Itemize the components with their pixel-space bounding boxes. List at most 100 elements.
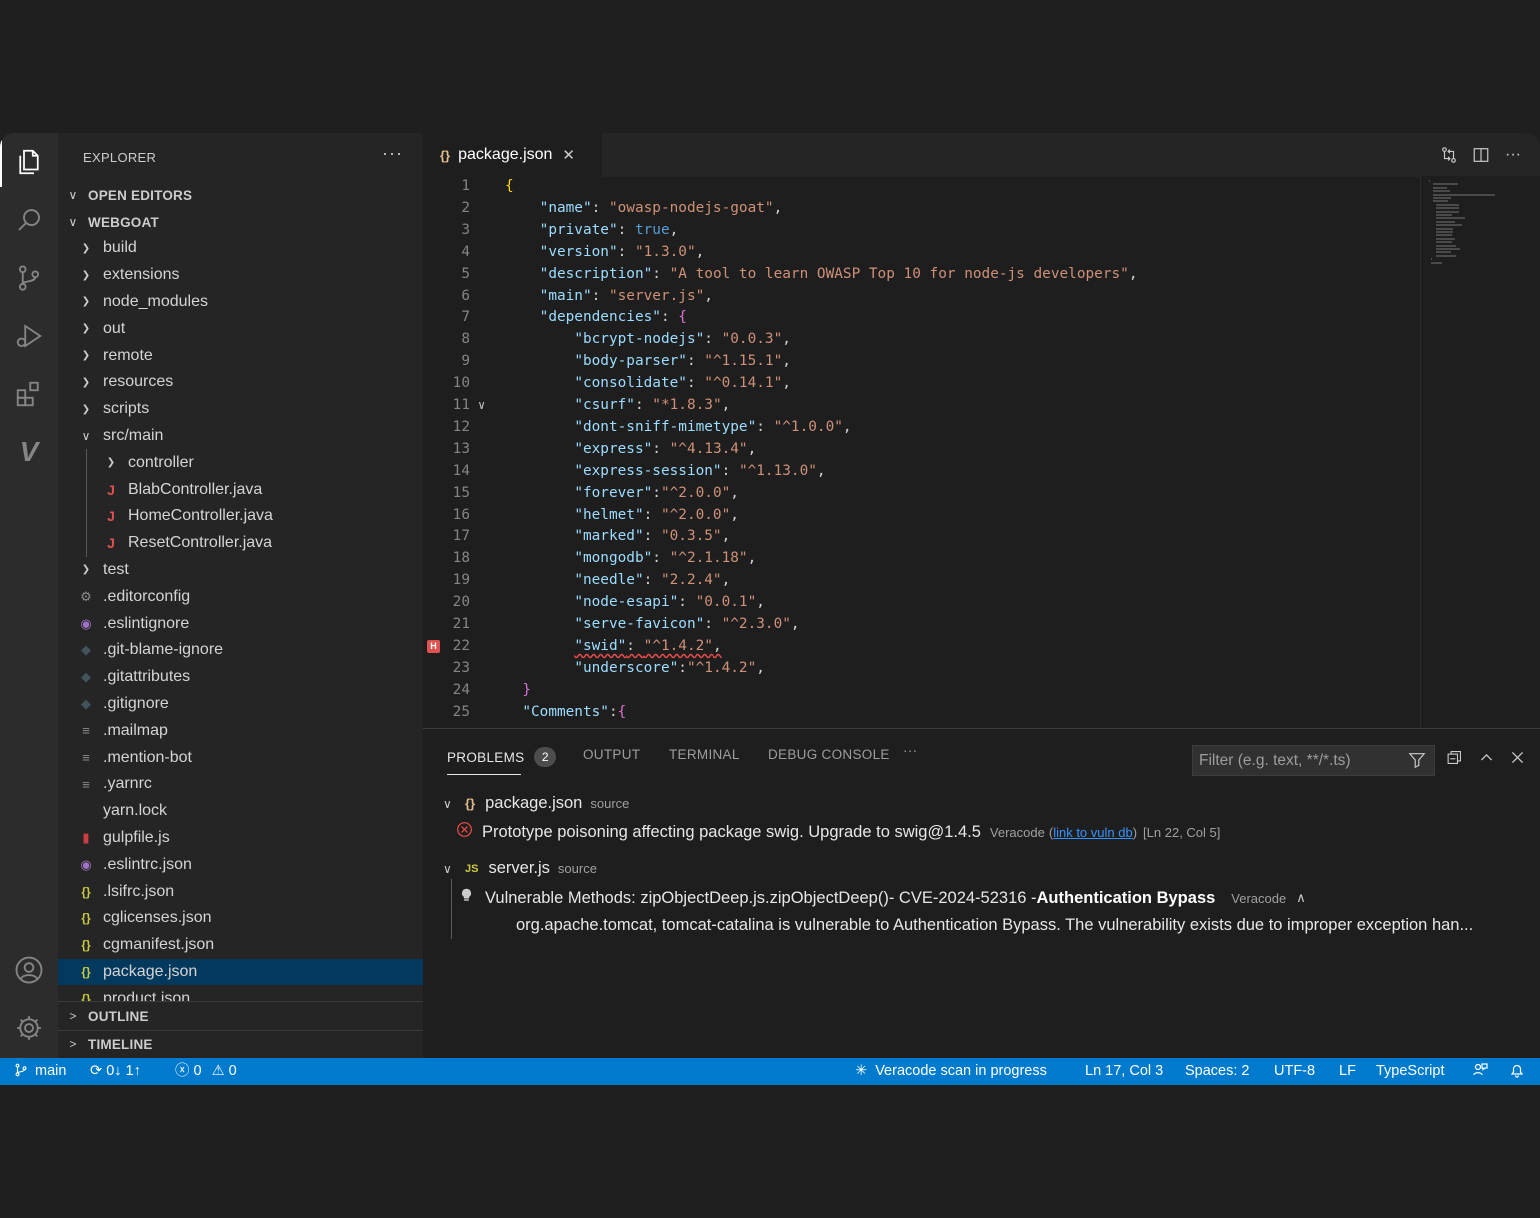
problem-group-package-json[interactable]: ∨ {} package.json source bbox=[443, 794, 629, 813]
tree-file[interactable]: ◉ .eslintignore bbox=[58, 610, 423, 637]
sync-status[interactable]: ⟳ 0↓ 1↑ bbox=[90, 1058, 141, 1085]
code-line[interactable]: 17 "marked": "0.3.5", bbox=[423, 526, 1423, 548]
tree-file[interactable]: {} product.json bbox=[58, 985, 423, 1001]
search-icon[interactable] bbox=[0, 191, 58, 249]
code-line[interactable]: 19 "needle": "2.2.4", bbox=[423, 570, 1423, 592]
panel-more-button[interactable]: ··· bbox=[903, 743, 917, 758]
code-line[interactable]: 6 "main": "server.js", bbox=[423, 286, 1423, 308]
tab-package-json[interactable]: {} package.json ✕ bbox=[423, 133, 602, 177]
tree-folder[interactable]: ∨ src/main bbox=[58, 423, 423, 450]
run-debug-icon[interactable] bbox=[0, 307, 58, 365]
filter-icon[interactable] bbox=[1408, 746, 1426, 779]
cursor-position[interactable]: Ln 17, Col 3 bbox=[1085, 1058, 1163, 1085]
minimap[interactable] bbox=[1420, 176, 1540, 728]
code-line[interactable]: 1{ bbox=[423, 176, 1423, 198]
code-line[interactable]: 23 "underscore":"^1.4.2", bbox=[423, 658, 1423, 680]
code-line[interactable]: 24 } bbox=[423, 680, 1423, 702]
tab-output[interactable]: OUTPUT bbox=[583, 747, 640, 762]
tab-debug-console[interactable]: DEBUG CONSOLE bbox=[768, 747, 890, 762]
code-line[interactable]: 2 "name": "owasp-nodejs-goat", bbox=[423, 198, 1423, 220]
problems-status[interactable]: ⓧ 0 ⚠ 0 bbox=[175, 1058, 237, 1085]
tree-file[interactable]: J BlabController.java bbox=[58, 476, 423, 503]
code-line[interactable]: 9 "body-parser": "^1.15.1", bbox=[423, 351, 1423, 373]
tree-file[interactable]: ◆ .gitignore bbox=[58, 691, 423, 718]
tree-folder[interactable]: ❯ controller bbox=[58, 449, 423, 477]
tree-file[interactable]: ◆ .git-blame-ignore bbox=[58, 637, 423, 664]
tree-file[interactable]: J HomeController.java bbox=[58, 502, 423, 530]
tab-problems[interactable]: PROBLEMS 2 bbox=[447, 747, 557, 767]
tree-file[interactable]: {} cgmanifest.json bbox=[58, 932, 423, 959]
code-line[interactable]: 3 "private": true, bbox=[423, 220, 1423, 242]
tree-file[interactable]: ◆ .gitattributes bbox=[58, 664, 423, 691]
explorer-icon[interactable] bbox=[0, 133, 58, 191]
settings-gear-icon[interactable] bbox=[0, 999, 58, 1057]
explorer-more-button[interactable]: ··· bbox=[382, 143, 403, 164]
outline-section[interactable]: > OUTLINE bbox=[58, 1004, 423, 1028]
indentation-status[interactable]: Spaces: 2 bbox=[1185, 1058, 1250, 1085]
code-line[interactable]: 14 "express-session": "^1.13.0", bbox=[423, 461, 1423, 483]
tree-file[interactable]: ≡ .mention-bot bbox=[58, 744, 423, 771]
tree-file[interactable]: ≡ .mailmap bbox=[58, 717, 423, 744]
tree-folder[interactable]: ❯ build bbox=[58, 235, 423, 262]
project-section[interactable]: ∨ WEBGOAT bbox=[58, 210, 423, 234]
problem-group-server-js[interactable]: ∨ JS server.js source bbox=[443, 859, 597, 878]
more-actions-icon[interactable]: ··· bbox=[1502, 144, 1524, 166]
code-view[interactable]: 1{2 "name": "owasp-nodejs-goat", 3 "priva… bbox=[423, 176, 1423, 728]
collapse-all-icon[interactable] bbox=[1446, 749, 1463, 771]
code-line[interactable]: 15 "forever":"^2.0.0", bbox=[423, 483, 1423, 505]
problem-item-cve[interactable]: Vulnerable Methods: zipObjectDeep.js.zip… bbox=[459, 887, 1306, 909]
language-mode[interactable]: TypeScript bbox=[1376, 1058, 1445, 1085]
tree-folder[interactable]: ❯ extensions bbox=[58, 262, 423, 289]
tab-terminal[interactable]: TERMINAL bbox=[669, 747, 740, 762]
problems-filter-input[interactable]: Filter (e.g. text, **/*.ts) bbox=[1192, 745, 1435, 776]
timeline-section[interactable]: > TIMELINE bbox=[58, 1032, 423, 1056]
problem-item-swig[interactable]: Prototype poisoning affecting package sw… bbox=[456, 821, 1220, 843]
code-line[interactable]: 13 "express": "^4.13.4", bbox=[423, 439, 1423, 461]
tree-file[interactable]: ◉ .eslintrc.json bbox=[58, 851, 423, 878]
close-panel-icon[interactable] bbox=[1509, 749, 1526, 771]
close-tab-icon[interactable]: ✕ bbox=[562, 146, 575, 164]
open-editors-section[interactable]: ∨ OPEN EDITORS bbox=[58, 183, 423, 207]
vuln-db-link[interactable]: link to vuln db bbox=[1053, 825, 1133, 840]
chevron-up-icon[interactable]: ∧ bbox=[1296, 890, 1306, 906]
branch-status[interactable]: main bbox=[14, 1058, 66, 1085]
code-line[interactable]: 8 "bcrypt-nodejs": "0.0.3", bbox=[423, 329, 1423, 351]
code-line[interactable]: 21 "serve-favicon": "^2.3.0", bbox=[423, 614, 1423, 636]
tree-file[interactable]: {} .lsifrc.json bbox=[58, 878, 423, 905]
code-line[interactable]: 11 ∨ "csurf": "*1.8.3", bbox=[423, 395, 1423, 417]
tree-folder[interactable]: ❯ scripts bbox=[58, 396, 423, 423]
extensions-icon[interactable] bbox=[0, 365, 58, 423]
encoding-status[interactable]: UTF-8 bbox=[1274, 1058, 1315, 1085]
code-line[interactable]: 18 "mongodb": "^2.1.18", bbox=[423, 548, 1423, 570]
tree-folder[interactable]: ❯ test bbox=[58, 557, 423, 584]
code-line[interactable]: 25 "Comments":{ bbox=[423, 702, 1423, 724]
tree-folder[interactable]: ❯ remote bbox=[58, 342, 423, 369]
feedback-icon[interactable] bbox=[1472, 1058, 1488, 1085]
tree-file[interactable]: yarn.lock bbox=[58, 798, 423, 825]
code-line[interactable]: 12 "dont-sniff-mimetype": "^1.0.0", bbox=[423, 417, 1423, 439]
tree-file[interactable]: ≡ .yarnrc bbox=[58, 771, 423, 798]
tree-file[interactable]: ⚙ .editorconfig bbox=[58, 583, 423, 610]
source-control-icon[interactable] bbox=[0, 249, 58, 307]
tree-file[interactable]: J ResetController.java bbox=[58, 529, 423, 557]
tree-folder[interactable]: ❯ resources bbox=[58, 369, 423, 396]
maximize-panel-icon[interactable] bbox=[1478, 749, 1495, 771]
tree-file[interactable]: {} cglicenses.json bbox=[58, 905, 423, 932]
tree-file[interactable]: {} package.json bbox=[58, 958, 423, 986]
tree-folder[interactable]: ❯ node_modules bbox=[58, 289, 423, 316]
code-line[interactable]: 7 "dependencies": { bbox=[423, 307, 1423, 329]
notifications-bell-icon[interactable] bbox=[1509, 1058, 1525, 1085]
fold-chevron-icon[interactable]: ∨ bbox=[478, 395, 485, 417]
tree-folder[interactable]: ❯ out bbox=[58, 315, 423, 342]
compare-changes-icon[interactable] bbox=[1438, 144, 1460, 166]
split-editor-icon[interactable] bbox=[1470, 144, 1492, 166]
code-line[interactable]: 4 "version": "1.3.0", bbox=[423, 242, 1423, 264]
code-line[interactable]: 20 "node-esapi": "0.0.1", bbox=[423, 592, 1423, 614]
code-line[interactable]: 16 "helmet": "^2.0.0", bbox=[423, 505, 1423, 527]
veracode-scan-status[interactable]: ✳ Veracode scan in progress bbox=[855, 1058, 1047, 1085]
code-line[interactable]: 10 "consolidate": "^0.14.1", bbox=[423, 373, 1423, 395]
veracode-icon[interactable]: V bbox=[0, 423, 58, 481]
account-icon[interactable] bbox=[0, 941, 58, 999]
code-line[interactable]: 5 "description": "A tool to learn OWASP … bbox=[423, 264, 1423, 286]
tree-file[interactable]: ▮ gulpfile.js bbox=[58, 825, 423, 852]
